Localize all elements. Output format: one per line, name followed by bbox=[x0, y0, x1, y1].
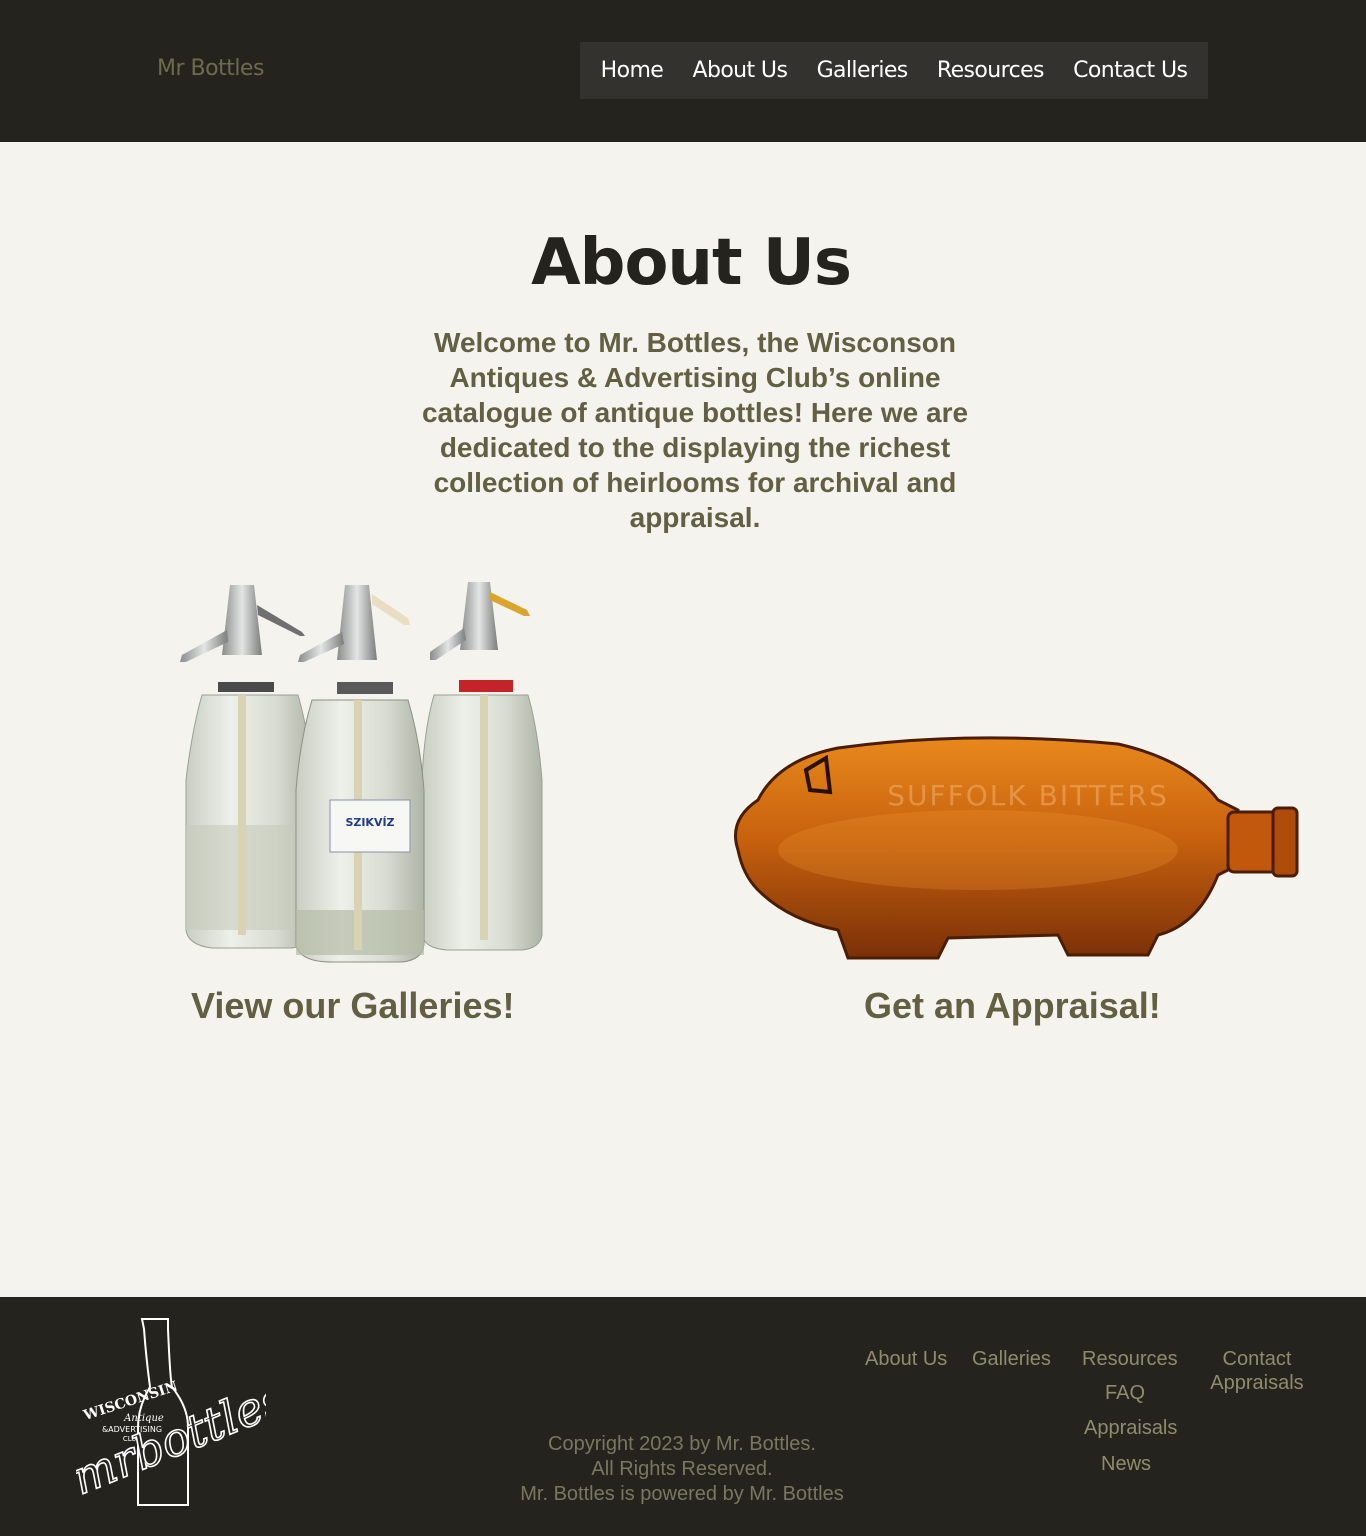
page-title: About Us bbox=[531, 226, 852, 300]
copyright-block: Copyright 2023 by Mr. Bottles. All Right… bbox=[482, 1432, 882, 1507]
pig-bottle-icon[interactable]: SUFFOLK BITTERS bbox=[718, 730, 1303, 970]
footer-logo-icon[interactable]: WISCONSIN Antique &ADVERTISING CLUB mrbo… bbox=[63, 1317, 294, 1517]
nav-contact-us[interactable]: Contact Us bbox=[1073, 58, 1188, 83]
footer-nav-resources[interactable]: Resources bbox=[1082, 1348, 1178, 1371]
copyright-line: Mr. Bottles is powered by Mr. Bottles bbox=[520, 1483, 844, 1505]
footer-nav-appraisals[interactable]: Appraisals bbox=[1084, 1417, 1177, 1440]
main-nav: Home About Us Galleries Resources Contac… bbox=[580, 42, 1208, 99]
footer-nav-news[interactable]: News bbox=[1101, 1453, 1151, 1476]
footer-nav-galleries[interactable]: Galleries bbox=[972, 1348, 1051, 1371]
site-footer: WISCONSIN Antique &ADVERTISING CLUB mrbo… bbox=[0, 1297, 1366, 1536]
site-header: Mr Bottles Home About Us Galleries Resou… bbox=[0, 0, 1366, 142]
footer-nav-faq[interactable]: FAQ bbox=[1105, 1382, 1145, 1405]
nav-resources[interactable]: Resources bbox=[937, 58, 1045, 83]
nav-home[interactable]: Home bbox=[601, 58, 664, 83]
footer-nav-about-us[interactable]: About Us bbox=[865, 1348, 947, 1371]
footer-nav-contact-appraisals-label: Appraisals bbox=[1210, 1372, 1304, 1394]
footer-nav-contact-label: Contact bbox=[1222, 1348, 1292, 1370]
copyright-line: All Rights Reserved. bbox=[591, 1458, 773, 1480]
svg-text:SZIKVÍZ: SZIKVÍZ bbox=[345, 816, 394, 829]
seltzer-bottles-icon[interactable]: SZIKVÍZ bbox=[172, 570, 552, 970]
get-appraisal-link[interactable]: Get an Appraisal! bbox=[864, 985, 1161, 1027]
intro-paragraph: Welcome to Mr. Bottles, the Wisconson An… bbox=[421, 327, 969, 533]
footer-nav-contact[interactable]: Contact Appraisals bbox=[1208, 1348, 1306, 1395]
brand-logo-text[interactable]: Mr Bottles bbox=[157, 56, 264, 81]
copyright-line: Copyright 2023 by Mr. Bottles. bbox=[548, 1433, 816, 1455]
nav-about-us[interactable]: About Us bbox=[693, 58, 788, 83]
pig-bottle-text: SUFFOLK BITTERS bbox=[887, 779, 1168, 812]
view-galleries-link[interactable]: View our Galleries! bbox=[191, 985, 514, 1027]
nav-galleries[interactable]: Galleries bbox=[817, 58, 909, 83]
